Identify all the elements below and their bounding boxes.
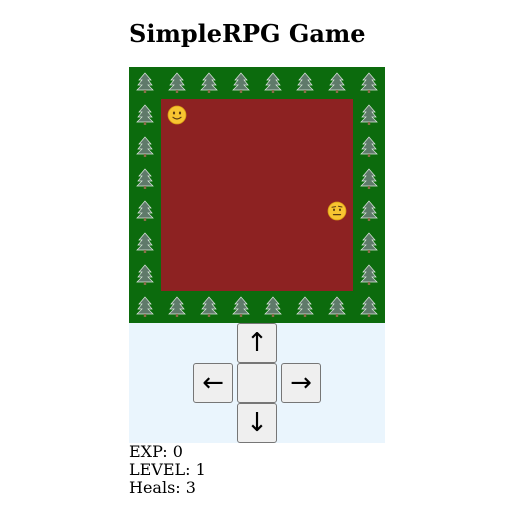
tree-icon [353, 131, 385, 163]
game-app: SimpleRPG Game ↑ ← → ↓ EXP: 0 LEVEL: 1 H… [0, 0, 512, 512]
tree-icon [129, 163, 161, 195]
exp-label: EXP: [129, 442, 168, 461]
heals-label: Heals: [129, 478, 181, 497]
game-board [129, 67, 385, 323]
tree-icon [129, 195, 161, 227]
tree-icon [353, 227, 385, 259]
tree-icon [193, 67, 225, 99]
tree-icon [129, 99, 161, 131]
controls-panel: ↑ ← → ↓ [129, 323, 385, 443]
tree-icon [353, 195, 385, 227]
tree-icon [225, 291, 257, 323]
move-up-button[interactable]: ↑ [237, 323, 277, 363]
tree-icon [353, 67, 385, 99]
level-stat: LEVEL: 1 [129, 461, 206, 479]
enemy-icon [321, 195, 353, 227]
tree-icon [193, 291, 225, 323]
tree-icon [321, 67, 353, 99]
tree-icon [161, 291, 193, 323]
level-label: LEVEL: [129, 460, 191, 479]
move-down-button[interactable]: ↓ [237, 403, 277, 443]
tree-icon [129, 291, 161, 323]
smiley-face-icon [167, 105, 187, 125]
tree-icon [257, 67, 289, 99]
center-button[interactable] [237, 363, 277, 403]
tree-icon [257, 291, 289, 323]
tree-icon [161, 67, 193, 99]
player-icon [161, 99, 193, 131]
move-left-button[interactable]: ← [193, 363, 233, 403]
tree-icon [289, 67, 321, 99]
tree-icon [353, 291, 385, 323]
heals-stat: Heals: 3 [129, 479, 206, 497]
move-right-button[interactable]: → [281, 363, 321, 403]
level-value: 1 [195, 460, 206, 479]
tree-icon [321, 291, 353, 323]
tree-icon [353, 99, 385, 131]
tree-icon [289, 291, 321, 323]
tree-icon [353, 163, 385, 195]
tree-icon [353, 259, 385, 291]
tree-icon [129, 227, 161, 259]
stats-panel: EXP: 0 LEVEL: 1 Heals: 3 [129, 443, 206, 497]
heals-value: 3 [185, 478, 196, 497]
page-title: SimpleRPG Game [129, 19, 366, 48]
skeptical-face-icon [327, 201, 347, 221]
tree-icon [129, 259, 161, 291]
tree-icon [129, 131, 161, 163]
tree-icon [129, 67, 161, 99]
exp-value: 0 [172, 442, 183, 461]
tree-icon [225, 67, 257, 99]
exp-stat: EXP: 0 [129, 443, 206, 461]
